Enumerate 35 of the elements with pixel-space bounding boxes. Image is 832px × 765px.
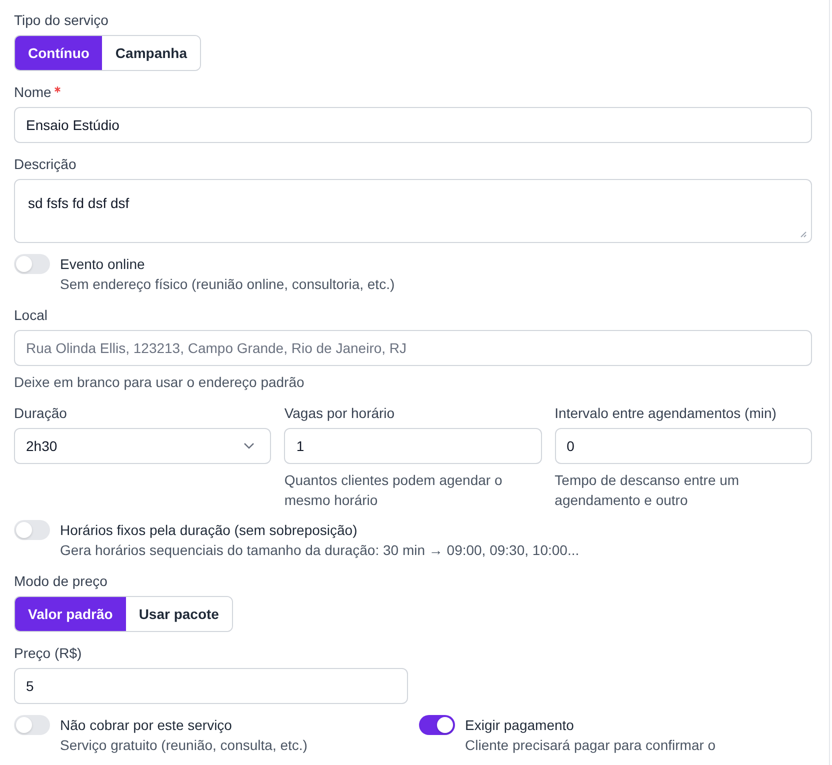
field-label: Local — [14, 306, 48, 325]
toggle-label: Não cobrar por este serviço — [60, 716, 232, 735]
field-label: Preço (R$) — [14, 644, 82, 663]
segment-button[interactable]: Valor padrão — [15, 597, 126, 631]
toggle-hint: Cliente precisará pagar para confirmar o — [465, 736, 716, 755]
field-label: Intervalo entre agendamentos (min) — [554, 404, 776, 423]
slots-input[interactable]: 1 — [284, 428, 542, 464]
toggle-hint: Gera horários sequenciais do tamanho da duração: 30 min → 09:00, 09:30, 10:00... — [60, 541, 580, 560]
price-input[interactable]: 5 — [14, 668, 408, 704]
toggle-hint: Sem endereço físico (reunião online, consultoria, etc.) — [60, 275, 395, 294]
field-label: Nome — [14, 83, 52, 102]
location-input[interactable]: Rua Olinda Ellis, 123213, Campo Grande, Rio de Janeiro, RJ — [14, 330, 812, 366]
toggle-switch[interactable] — [14, 520, 50, 540]
field-label: Tipo do serviço — [14, 11, 108, 30]
toggle-hint: Serviço gratuito (reunião, consulta, etc.) — [60, 736, 308, 755]
field-hint: Quantos clientes podem agendar o mesmo horário — [284, 471, 504, 510]
segment-button[interactable]: Contínuo — [15, 36, 102, 70]
description-textarea[interactable]: sd fsfs fd dsf dsf — [14, 179, 812, 243]
toggle-switch[interactable] — [419, 715, 455, 735]
field-label: Modo de preço — [14, 572, 108, 591]
name-input[interactable]: Ensaio Estúdio — [14, 107, 812, 143]
field-label: Descrição — [14, 155, 76, 174]
field-hint: Tempo de descanso entre um agendamento e outro — [554, 471, 740, 510]
toggle-switch[interactable] — [14, 254, 50, 274]
toggle-switch[interactable] — [14, 715, 50, 735]
toggle-label: Exigir pagamento — [465, 716, 574, 735]
toggle-label: Horários fixos pela duração (sem sobreposição) — [60, 521, 358, 540]
toggle-label: Evento online — [60, 255, 145, 274]
resize-handle-icon[interactable] — [799, 230, 807, 238]
field-hint: Deixe em branco para usar o endereço padrão — [14, 373, 304, 392]
interval-input[interactable]: 0 — [554, 428, 812, 464]
field-label: Duração — [14, 404, 67, 423]
chevron-down-icon — [243, 442, 256, 450]
duration-select[interactable]: 2h30 — [14, 428, 272, 464]
field-label: Vagas por horário — [284, 404, 395, 423]
